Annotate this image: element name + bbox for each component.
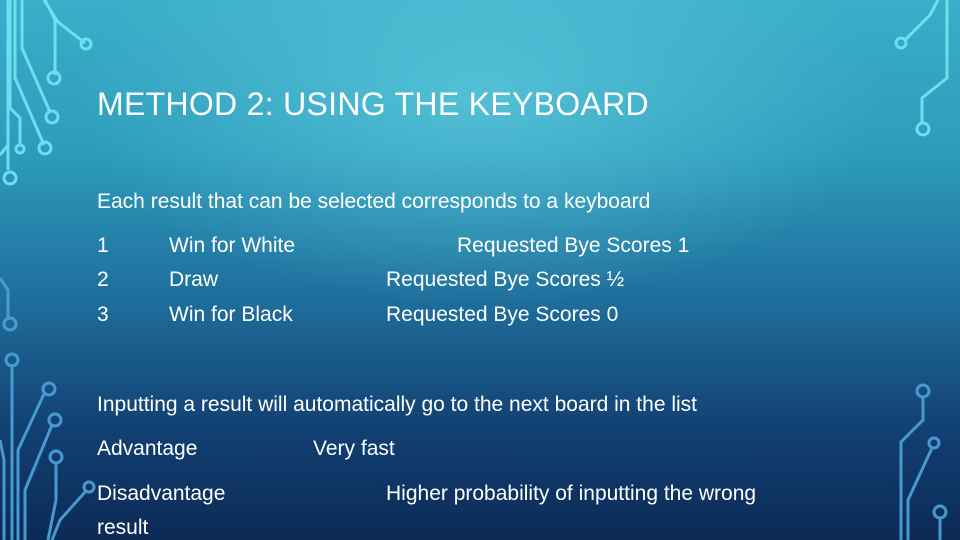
result-key-2: 2	[97, 268, 109, 291]
result-label-3: Win for Black	[169, 303, 293, 326]
result-bye-2: Requested Bye Scores ½	[386, 268, 625, 291]
auto-advance-note: Inputting a result will automatically go…	[97, 393, 697, 416]
result-bye-1: Requested Bye Scores 1	[457, 234, 690, 257]
advantage-value: Very fast	[313, 437, 395, 460]
advantage-label: Advantage	[97, 437, 198, 460]
result-key-3: 3	[97, 303, 109, 326]
result-label-1: Win for White	[169, 234, 296, 257]
result-bye-3: Requested Bye Scores 0	[386, 303, 619, 326]
disadvantage-label: Disadvantage	[97, 482, 226, 505]
result-label-2: Draw	[169, 268, 219, 291]
disadvantage-value-continued: result	[97, 516, 149, 539]
disadvantage-value: Higher probability of inputting the wron…	[386, 482, 757, 505]
result-key-1: 1	[97, 234, 109, 257]
intro-text: Each result that can be selected corresp…	[97, 190, 651, 213]
slide-title: METHOD 2: USING THE KEYBOARD	[97, 86, 649, 122]
